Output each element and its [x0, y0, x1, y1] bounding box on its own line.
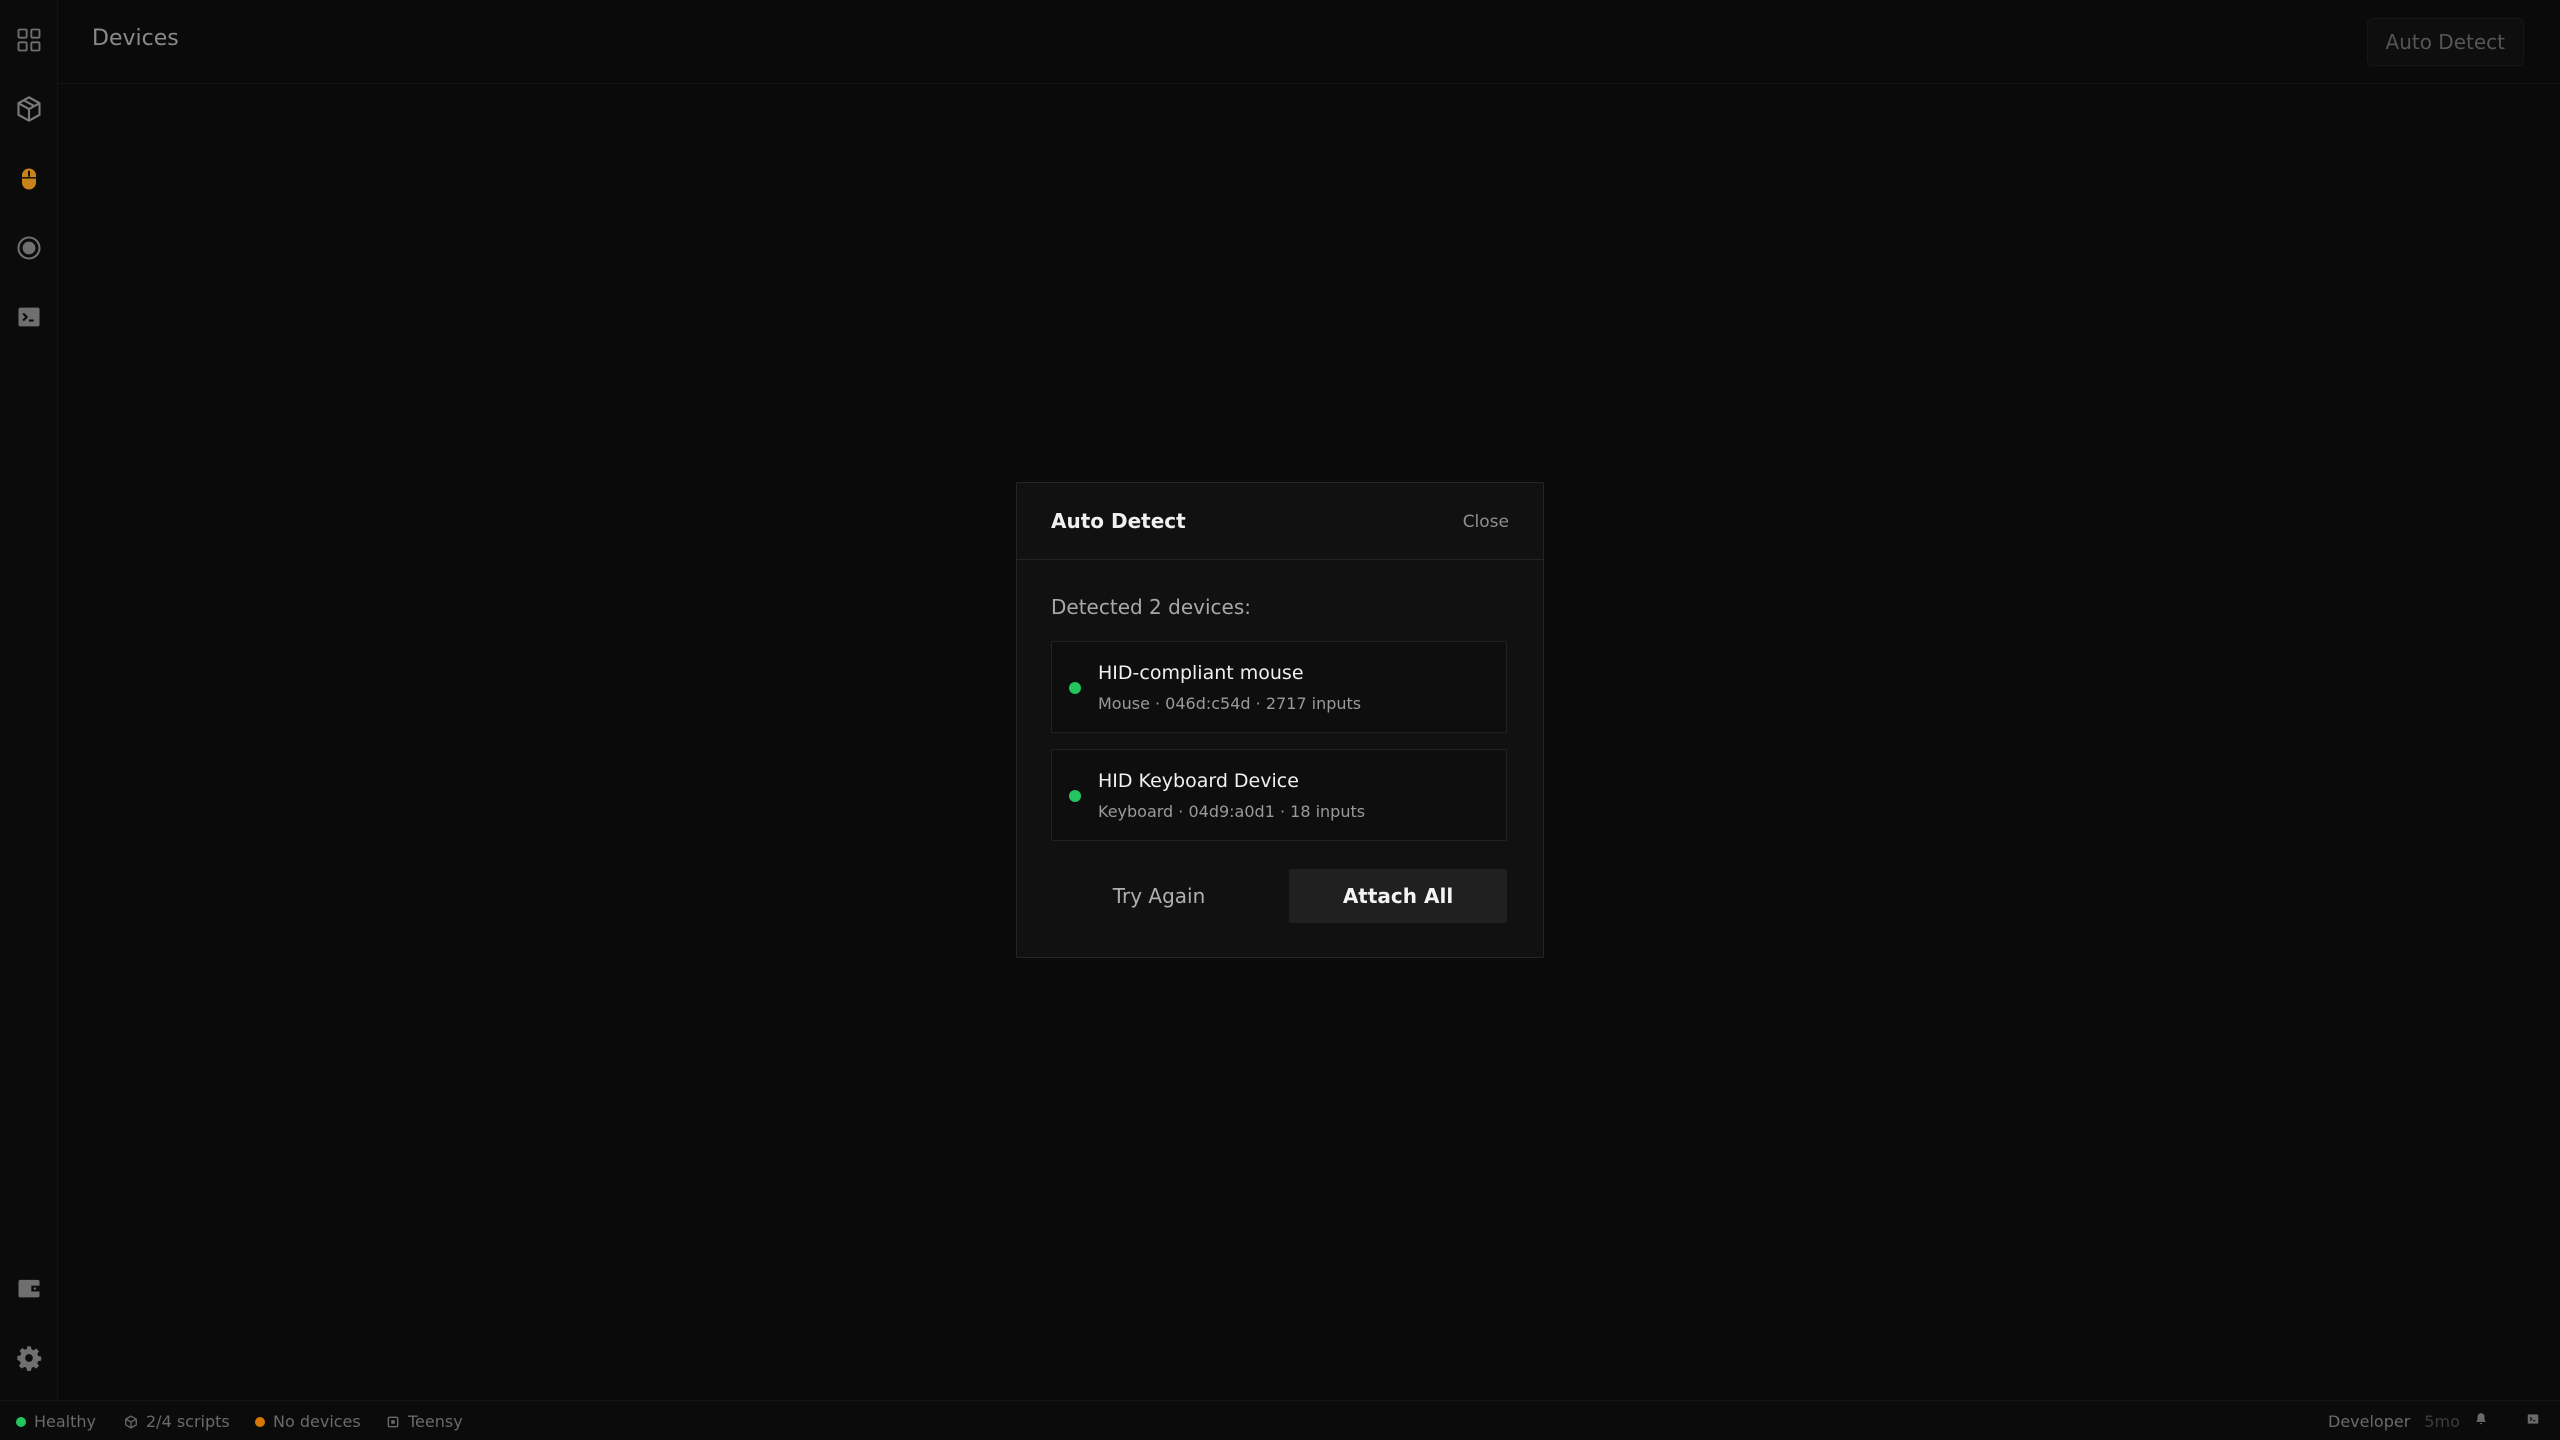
- gear-icon: [17, 1346, 42, 1371]
- notifications-button[interactable]: [2474, 1412, 2488, 1426]
- dialog-header: Auto Detect Close: [1017, 483, 1543, 560]
- try-again-button[interactable]: Try Again: [1051, 869, 1267, 923]
- mouse-icon: [22, 168, 36, 190]
- board-status[interactable]: Teensy: [386, 1412, 463, 1431]
- sidebar-item-dashboard[interactable]: [0, 11, 58, 69]
- devices-label: No devices: [273, 1412, 361, 1431]
- device-meta: Mouse · 046d:c54d · 2717 inputs: [1098, 694, 1362, 713]
- sidebar-item-wallet[interactable]: [0, 1259, 58, 1317]
- package-icon: [17, 96, 41, 122]
- console-toggle-button[interactable]: [2526, 1412, 2540, 1426]
- device-name: HID-compliant mouse: [1098, 662, 1304, 684]
- record-icon: [17, 236, 41, 260]
- terminal-icon: [2527, 1414, 2539, 1424]
- sidebar-item-devices[interactable]: [0, 150, 58, 208]
- mode-status[interactable]: Developer 5mo: [2328, 1412, 2460, 1431]
- app-window: Devices Auto Detect Auto Detect Close De…: [0, 0, 2560, 1440]
- device-card[interactable]: HID Keyboard Device Keyboard · 04d9:a0d1…: [1051, 749, 1507, 841]
- auto-detect-button[interactable]: Auto Detect: [2366, 18, 2524, 66]
- page-title: Devices: [92, 26, 179, 51]
- devices-dot-icon: [255, 1416, 265, 1427]
- scripts-label: 2/4 scripts: [146, 1412, 230, 1431]
- terminal-icon: [18, 307, 40, 327]
- status-dot-icon: [1069, 790, 1081, 802]
- board-label: Teensy: [408, 1412, 463, 1431]
- status-bar: Healthy 2/4 scripts No devices Teensy De…: [0, 1400, 2560, 1440]
- health-label: Healthy: [34, 1412, 97, 1431]
- device-card[interactable]: HID-compliant mouse Mouse · 046d:c54d · …: [1051, 641, 1507, 733]
- sidebar-item-settings[interactable]: [0, 1329, 58, 1387]
- sidebar-item-recorder[interactable]: [0, 219, 58, 277]
- detected-count-text: Detected 2 devices:: [1051, 595, 1251, 619]
- auto-detect-dialog: Auto Detect Close Detected 2 devices: HI…: [1016, 482, 1544, 958]
- page-header: Devices Auto Detect: [58, 0, 2560, 84]
- close-button[interactable]: Close: [1463, 512, 1509, 532]
- device-meta: Keyboard · 04d9:a0d1 · 18 inputs: [1098, 802, 1366, 821]
- bell-icon: [2476, 1413, 2486, 1425]
- sidebar-item-console[interactable]: [0, 288, 58, 346]
- sidebar: [0, 0, 58, 1400]
- scripts-status[interactable]: 2/4 scripts: [124, 1412, 230, 1431]
- mode-time: 5mo: [2424, 1412, 2460, 1431]
- grid-icon: [17, 28, 41, 52]
- status-dot-icon: [1069, 682, 1081, 694]
- devices-status[interactable]: No devices: [255, 1412, 361, 1431]
- mode-label: Developer: [2328, 1412, 2411, 1431]
- dialog-title: Auto Detect: [1051, 509, 1186, 533]
- health-dot-icon: [16, 1416, 26, 1427]
- attach-all-button[interactable]: Attach All: [1289, 869, 1507, 923]
- sidebar-item-scripts[interactable]: [0, 80, 58, 138]
- health-status[interactable]: Healthy: [16, 1412, 96, 1431]
- chip-icon: [387, 1416, 399, 1427]
- wallet-icon: [18, 1279, 40, 1298]
- package-icon: [125, 1414, 137, 1429]
- device-name: HID Keyboard Device: [1098, 770, 1299, 792]
